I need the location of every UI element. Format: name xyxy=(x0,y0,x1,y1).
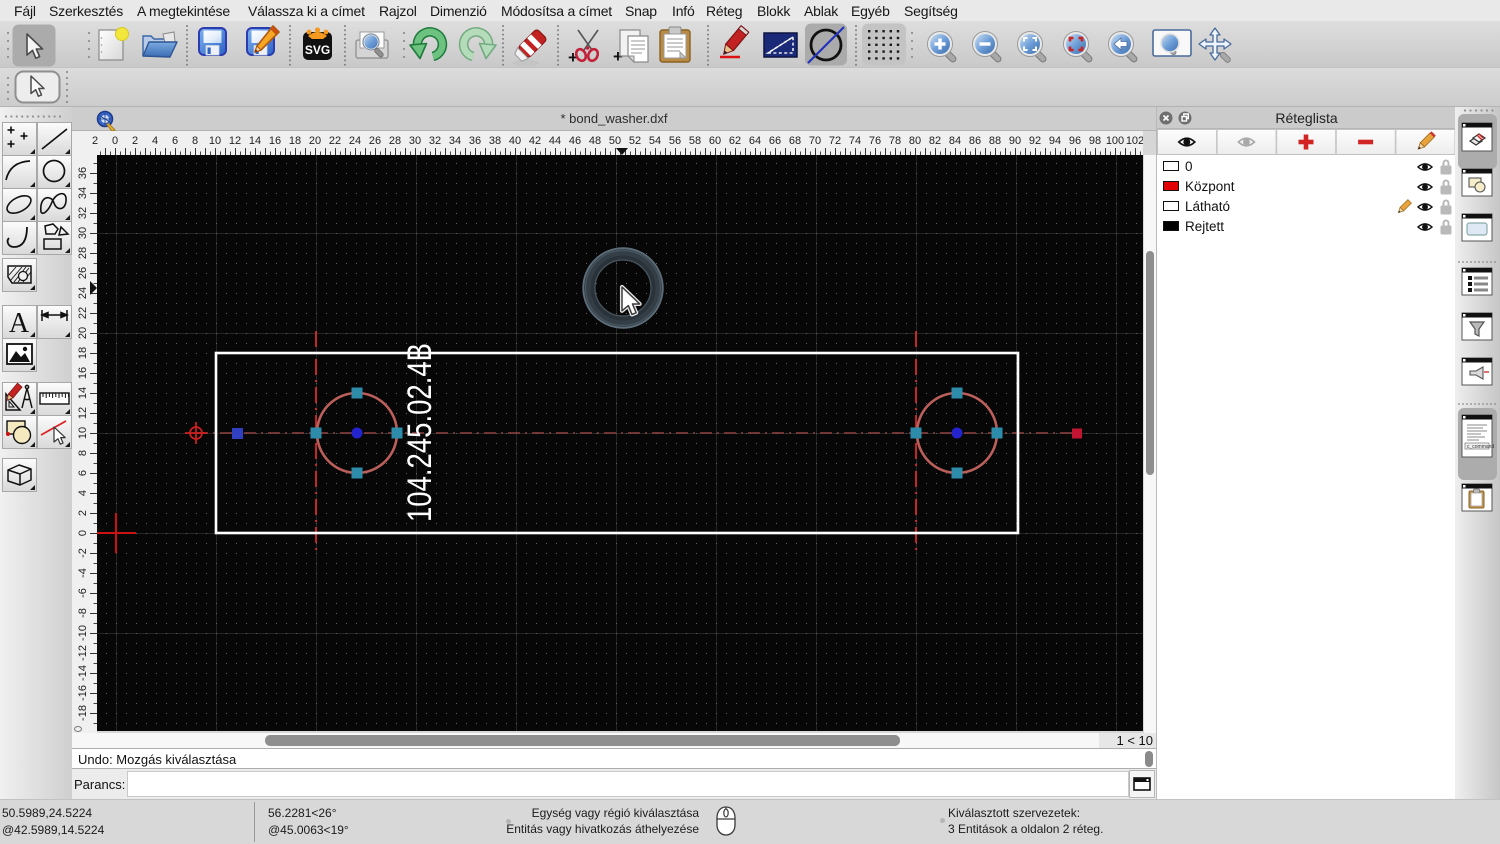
svg-text:SVG: SVG xyxy=(305,43,330,57)
svg-text:104.245.02.4B: 104.245.02.4B xyxy=(401,343,439,522)
svg-text:16: 16 xyxy=(77,367,89,379)
svg-text:32: 32 xyxy=(77,207,89,219)
svg-text:26: 26 xyxy=(77,267,89,279)
svg-text:24: 24 xyxy=(77,287,89,299)
svg-text:58: 58 xyxy=(689,135,701,147)
svg-text:60: 60 xyxy=(709,135,721,147)
svg-text:-10: -10 xyxy=(77,625,89,641)
svg-text:10: 10 xyxy=(209,135,221,147)
svg-text:2: 2 xyxy=(92,135,98,147)
svg-text:A: A xyxy=(9,308,30,339)
svg-text:-6: -6 xyxy=(77,588,89,598)
svg-text:10: 10 xyxy=(77,427,89,439)
svg-text:36: 36 xyxy=(77,167,89,179)
svg-text:22: 22 xyxy=(77,307,89,319)
svg-text:18: 18 xyxy=(289,135,301,147)
svg-text:34: 34 xyxy=(449,135,461,147)
svg-text:-4: -4 xyxy=(77,568,89,578)
svg-text:0: 0 xyxy=(77,530,89,536)
svg-text:62: 62 xyxy=(729,135,741,147)
svg-text:12: 12 xyxy=(229,135,241,147)
svg-text:82: 82 xyxy=(929,135,941,147)
svg-text:38: 38 xyxy=(489,135,501,147)
svg-text:52: 52 xyxy=(629,135,641,147)
svg-text:40: 40 xyxy=(509,135,521,147)
svg-text:-2: -2 xyxy=(77,548,89,558)
svg-text:98: 98 xyxy=(1089,135,1101,147)
svg-text:34: 34 xyxy=(77,187,89,199)
svg-text:88: 88 xyxy=(989,135,1001,147)
svg-text:14: 14 xyxy=(77,387,89,399)
svg-text:-8: -8 xyxy=(77,608,89,618)
svg-text:28: 28 xyxy=(389,135,401,147)
svg-text:72: 72 xyxy=(829,135,841,147)
svg-text:2: 2 xyxy=(132,135,138,147)
svg-text:6: 6 xyxy=(77,470,89,476)
svg-text:46: 46 xyxy=(569,135,581,147)
svg-text:94: 94 xyxy=(1049,135,1061,147)
svg-text:8: 8 xyxy=(77,450,89,456)
svg-text:4: 4 xyxy=(152,135,158,147)
svg-text:28: 28 xyxy=(77,247,89,259)
svg-text:12: 12 xyxy=(77,407,89,419)
svg-text:70: 70 xyxy=(809,135,821,147)
svg-text:90: 90 xyxy=(1009,135,1021,147)
svg-text:76: 76 xyxy=(869,135,881,147)
svg-text:54: 54 xyxy=(649,135,661,147)
svg-text:30: 30 xyxy=(409,135,421,147)
svg-text:-12: -12 xyxy=(77,645,89,661)
svg-text:100: 100 xyxy=(1106,135,1124,147)
svg-text:36: 36 xyxy=(469,135,481,147)
svg-text:-14: -14 xyxy=(77,665,89,681)
svg-text:66: 66 xyxy=(769,135,781,147)
svg-text:2: 2 xyxy=(77,510,89,516)
svg-text:24: 24 xyxy=(349,135,361,147)
svg-text:18: 18 xyxy=(77,347,89,359)
svg-text:16: 16 xyxy=(269,135,281,147)
svg-text:64: 64 xyxy=(749,135,761,147)
svg-text:-18: -18 xyxy=(77,705,89,721)
svg-text:68: 68 xyxy=(789,135,801,147)
svg-text:8: 8 xyxy=(192,135,198,147)
svg-text:96: 96 xyxy=(1069,135,1081,147)
svg-text:92: 92 xyxy=(1029,135,1041,147)
svg-text:4: 4 xyxy=(77,490,89,496)
svg-text:6: 6 xyxy=(172,135,178,147)
svg-text:50: 50 xyxy=(609,135,621,147)
svg-text:32: 32 xyxy=(429,135,441,147)
svg-text:0: 0 xyxy=(112,135,118,147)
svg-text:c_command: c_command xyxy=(1467,444,1494,450)
svg-text:56: 56 xyxy=(669,135,681,147)
svg-text:84: 84 xyxy=(949,135,961,147)
svg-text:102: 102 xyxy=(1126,135,1143,147)
svg-text:20: 20 xyxy=(77,327,89,339)
svg-text:42: 42 xyxy=(529,135,541,147)
svg-text:44: 44 xyxy=(549,135,561,147)
svg-text:26: 26 xyxy=(369,135,381,147)
svg-text:86: 86 xyxy=(969,135,981,147)
svg-text:74: 74 xyxy=(849,135,861,147)
svg-text:20: 20 xyxy=(309,135,321,147)
svg-text:80: 80 xyxy=(909,135,921,147)
svg-text:78: 78 xyxy=(889,135,901,147)
svg-text:22: 22 xyxy=(329,135,341,147)
svg-text:-16: -16 xyxy=(77,685,89,701)
svg-text:14: 14 xyxy=(249,135,261,147)
svg-text:30: 30 xyxy=(77,227,89,239)
svg-text:48: 48 xyxy=(589,135,601,147)
